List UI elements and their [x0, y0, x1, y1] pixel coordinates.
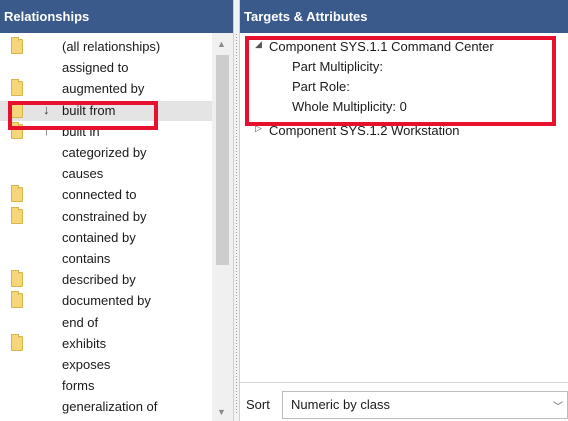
- sort-label: Sort: [246, 397, 270, 412]
- relationship-item[interactable]: exposes: [0, 355, 212, 375]
- relationship-item[interactable]: causes: [0, 164, 212, 184]
- relationship-item[interactable]: end of: [0, 313, 212, 333]
- relationship-item[interactable]: augmented by: [0, 79, 212, 99]
- relationship-label: connected to: [62, 187, 137, 203]
- relationship-item[interactable]: connected to: [0, 185, 212, 205]
- relationship-item[interactable]: contained by: [0, 228, 212, 248]
- folder-icon: [11, 291, 23, 309]
- relationship-item[interactable]: assigned to: [0, 58, 212, 78]
- relationship-item[interactable]: constrained by: [0, 206, 212, 227]
- relationship-label: categorized by: [62, 145, 147, 160]
- relationship-label: documented by: [62, 293, 151, 309]
- folder-icon: [11, 206, 23, 224]
- relationship-label: contains: [62, 251, 111, 266]
- folder-icon: [11, 79, 23, 97]
- relationship-label: assigned to: [62, 60, 129, 76]
- relationship-label: constrained by: [62, 208, 147, 224]
- relationship-item[interactable]: categorized by: [0, 143, 212, 163]
- scroll-down-arrow-icon[interactable]: ▼: [217, 407, 226, 417]
- highlight-command-center: [245, 36, 556, 126]
- scroll-up-arrow-icon[interactable]: ▲: [217, 39, 226, 49]
- scrollbar-thumb[interactable]: [216, 55, 229, 265]
- relationships-scrollbar[interactable]: ▲ ▼: [212, 33, 233, 421]
- folder-icon: [11, 333, 23, 351]
- relationship-item[interactable]: documented by: [0, 291, 212, 311]
- relationship-label: end of: [62, 314, 99, 330]
- relationship-label: causes: [62, 166, 104, 182]
- chevron-down-icon[interactable]: ﹀: [553, 398, 563, 413]
- relationship-item[interactable]: generalization of: [0, 397, 212, 417]
- folder-icon: [11, 37, 23, 54]
- sort-dropdown-value: Numeric by class: [291, 397, 390, 412]
- targets-header-title: Targets & Attributes: [244, 9, 368, 24]
- relationship-label: forms: [62, 378, 95, 394]
- targets-attributes-header: Targets & Attributes: [240, 0, 568, 33]
- relationship-item[interactable]: contains: [0, 249, 212, 269]
- relationship-item[interactable]: (all relationships): [0, 37, 212, 57]
- relationships-header-title: Relationships: [4, 9, 90, 24]
- folder-icon: [11, 185, 23, 203]
- panel-splitter[interactable]: [233, 0, 240, 421]
- sort-dropdown[interactable]: Numeric by class ﹀: [282, 391, 568, 419]
- relationships-header: Relationships: [0, 0, 233, 33]
- relationships-list: (all relationships) assigned to augmented …: [0, 33, 212, 421]
- relationship-item[interactable]: described by: [0, 270, 212, 290]
- relationship-item[interactable]: exhibits: [0, 333, 212, 354]
- relationship-label: exhibits: [62, 335, 107, 351]
- relationship-label: (all relationships): [62, 39, 161, 54]
- relationship-label: generalization of: [62, 399, 158, 415]
- folder-icon: [11, 270, 23, 288]
- relationship-label: augmented by: [62, 81, 145, 97]
- highlight-built-from: [8, 101, 158, 130]
- sort-bar: Sort Numeric by class ﹀: [240, 382, 568, 421]
- relationship-label: described by: [62, 272, 136, 288]
- relationship-item[interactable]: forms: [0, 376, 212, 396]
- relationship-label: exposes: [62, 357, 111, 372]
- relationship-label: contained by: [62, 229, 136, 245]
